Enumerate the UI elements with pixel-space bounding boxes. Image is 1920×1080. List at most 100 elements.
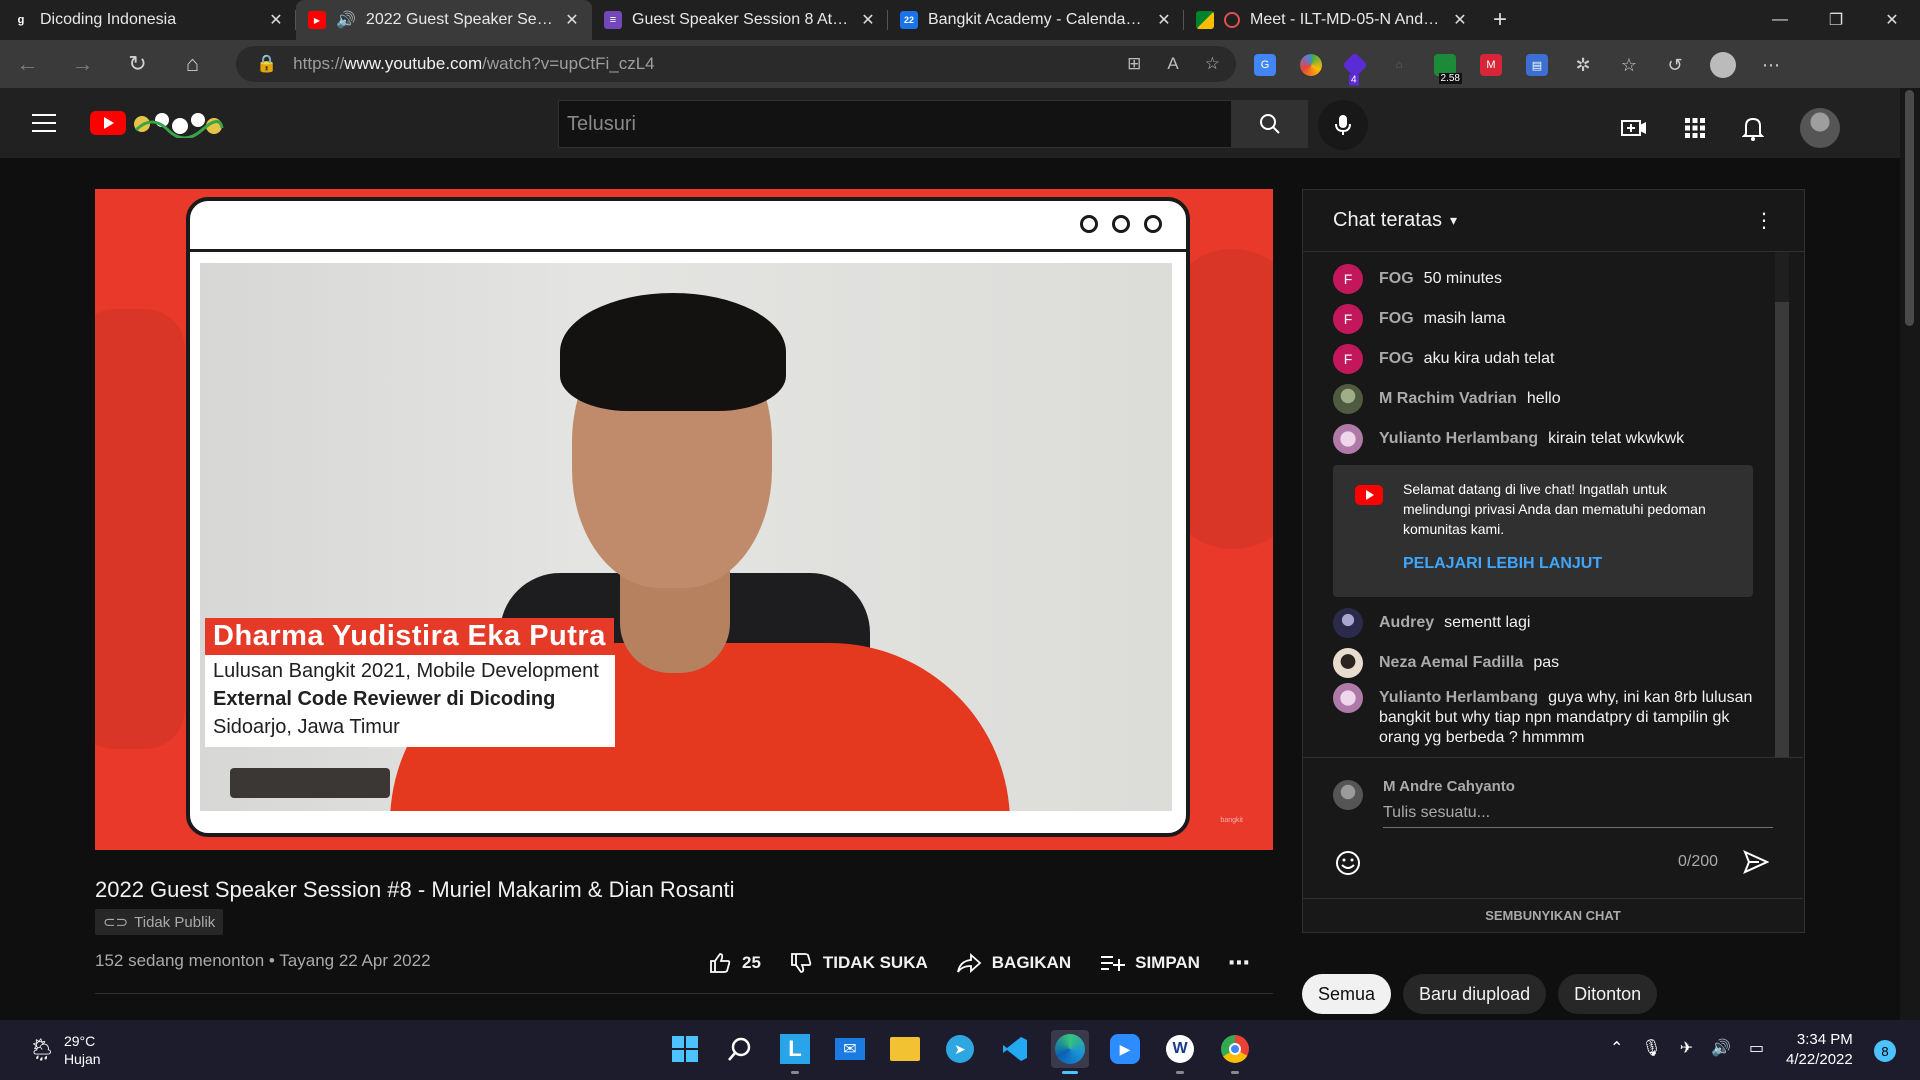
chat-author[interactable]: Yulianto Herlambang [1379, 430, 1538, 447]
taskbar-app-chrome[interactable] [1216, 1030, 1254, 1074]
taskbar-clock[interactable]: 3:34 PM 4/22/2022 [1786, 1030, 1853, 1070]
notifications-bell-icon[interactable] [1742, 115, 1764, 141]
close-tab-icon[interactable]: ✕ [1452, 10, 1468, 30]
more-actions-icon[interactable]: ⋯ [1228, 950, 1251, 976]
refresh-icon[interactable]: ↻ [110, 51, 165, 77]
share-button[interactable]: BAGIKAN [956, 951, 1071, 975]
airplane-mode-icon[interactable]: ✈ [1680, 1038, 1693, 1058]
read-aloud-icon[interactable]: A [1167, 54, 1178, 74]
hexagon-extension-icon[interactable]: 4 [1342, 52, 1368, 86]
windows-taskbar: 🌦 29°C Hujan L ✉ ➤ ▶ W ⌃ 🎙 ✈ 🔊 ▭ 3:34 PM… [0, 1020, 1920, 1080]
start-button[interactable] [666, 1030, 704, 1068]
chat-author[interactable]: FOG [1379, 310, 1414, 327]
emoji-icon[interactable] [1335, 850, 1361, 876]
chat-avatar[interactable]: F [1333, 264, 1363, 294]
learn-more-link[interactable]: PELAJARI LEBIH LANJUT [1403, 555, 1602, 573]
history-icon[interactable]: ↺ [1664, 54, 1686, 76]
browser-tab-youtube[interactable]: ▶ 🔊 2022 Guest Speaker Session #8 - Muri… [296, 0, 592, 40]
account-avatar[interactable] [1800, 108, 1840, 148]
taskbar-app-vscode[interactable] [996, 1030, 1034, 1068]
chip-watched[interactable]: Ditonton [1558, 974, 1658, 1014]
app-available-icon[interactable]: ⊞ [1127, 54, 1141, 74]
taskbar-app-zoom[interactable]: ▶ [1106, 1030, 1144, 1068]
disabled-extension-icon[interactable]: ⌂ [1388, 54, 1410, 76]
screenshot-extension-icon[interactable]: ▤ [1526, 54, 1548, 76]
meter-extension-icon[interactable]: 2.58 [1434, 54, 1462, 84]
page-scrollbar[interactable] [1900, 88, 1920, 1020]
close-window-button[interactable]: ✕ [1864, 0, 1920, 40]
favorites-icon[interactable]: ☆ [1618, 54, 1640, 76]
voice-search-button[interactable] [1318, 100, 1368, 150]
browser-tab-dicoding[interactable]: g Dicoding Indonesia ✕ [0, 0, 296, 40]
chat-avatar[interactable] [1333, 424, 1363, 454]
close-tab-icon[interactable]: ✕ [860, 10, 876, 30]
menu-icon[interactable] [32, 114, 56, 138]
minimize-button[interactable]: — [1752, 0, 1808, 40]
mendeley-extension-icon[interactable]: M [1480, 54, 1502, 76]
chevron-up-icon[interactable]: ⌃ [1610, 1038, 1623, 1058]
taskbar-app-file-explorer[interactable] [886, 1030, 924, 1068]
chat-more-options-icon[interactable]: ⋮ [1754, 208, 1774, 233]
lock-icon[interactable]: 🔒 [256, 54, 277, 74]
chat-avatar[interactable] [1333, 648, 1363, 678]
taskbar-app-mail[interactable]: ✉ [831, 1030, 869, 1068]
create-video-icon[interactable] [1620, 116, 1648, 140]
chat-author[interactable]: FOG [1379, 350, 1414, 367]
home-icon[interactable]: ⌂ [165, 51, 220, 77]
extensions-puzzle-icon[interactable]: ✲ [1572, 54, 1594, 76]
new-tab-button[interactable]: + [1480, 6, 1520, 34]
browser-tab-meet[interactable]: Meet - ILT-MD-05-N Android ✕ [1184, 0, 1480, 40]
browser-tab-forms[interactable]: ≡ Guest Speaker Session 8 Attendance ✕ [592, 0, 888, 40]
search-taskbar-button[interactable] [721, 1030, 759, 1068]
youtube-doodle-logo[interactable] [132, 108, 224, 138]
weather-widget[interactable]: 🌦 29°C Hujan [28, 1032, 101, 1068]
video-player[interactable]: Dharma Yudistira Eka Putra Lulusan Bangk… [95, 189, 1273, 850]
like-button[interactable]: 25 [708, 951, 761, 975]
add-favorite-icon[interactable]: ☆ [1205, 54, 1220, 74]
restore-button[interactable]: ❐ [1808, 0, 1864, 40]
browser-tab-calendar[interactable]: 22 Bangkit Academy - Calendar - Friday ✕ [888, 0, 1184, 40]
chat-mode-dropdown[interactable]: Chat teratas ▾ [1333, 209, 1457, 232]
save-button[interactable]: SIMPAN [1099, 951, 1200, 975]
chat-avatar[interactable]: F [1333, 304, 1363, 334]
chat-author[interactable]: FOG [1379, 270, 1414, 287]
chip-recently-uploaded[interactable]: Baru diupload [1403, 974, 1547, 1014]
close-tab-icon[interactable]: ✕ [564, 10, 580, 30]
chat-avatar[interactable]: F [1333, 344, 1363, 374]
profile-icon[interactable] [1710, 52, 1736, 78]
taskbar-app-edge[interactable] [1051, 1030, 1089, 1074]
notification-badge[interactable]: 8 [1874, 1040, 1896, 1062]
forward-icon[interactable]: → [55, 51, 110, 77]
translate-extension-icon[interactable]: G [1254, 54, 1276, 76]
hide-chat-button[interactable]: SEMBUNYIKAN CHAT [1303, 898, 1803, 932]
taskbar-app-l[interactable]: L [776, 1030, 814, 1074]
chat-scrollbar[interactable] [1775, 252, 1789, 757]
chat-avatar[interactable] [1333, 608, 1363, 638]
taskbar-app-telegram[interactable]: ➤ [941, 1030, 979, 1068]
chat-avatar[interactable] [1333, 384, 1363, 414]
search-button[interactable] [1232, 100, 1308, 148]
chat-author[interactable]: Audrey [1379, 614, 1434, 631]
chat-author[interactable]: Neza Aemal Fadilla [1379, 654, 1523, 671]
chat-avatar[interactable] [1333, 683, 1363, 713]
search-input[interactable]: Telusuri [558, 100, 1232, 148]
address-bar[interactable]: 🔒 https://www.youtube.com/watch?v=upCtFi… [236, 46, 1236, 82]
chat-author[interactable]: M Rachim Vadrian [1379, 390, 1517, 407]
chat-author[interactable]: Yulianto Herlambang [1379, 689, 1538, 706]
settings-more-icon[interactable]: ⋯ [1760, 54, 1782, 76]
chip-all[interactable]: Semua [1302, 974, 1392, 1014]
close-tab-icon[interactable]: ✕ [268, 10, 284, 30]
youtube-logo-icon[interactable] [90, 111, 126, 135]
send-icon[interactable] [1743, 850, 1769, 874]
dislike-button[interactable]: TIDAK SUKA [789, 951, 928, 975]
chat-message-input[interactable]: Tulis sesuatu... [1383, 804, 1773, 828]
close-tab-icon[interactable]: ✕ [1156, 10, 1172, 30]
volume-icon[interactable]: 🔊 [1711, 1038, 1731, 1058]
back-icon[interactable]: ← [0, 51, 55, 77]
taskbar-app-w[interactable]: W [1161, 1030, 1199, 1074]
color-extension-icon[interactable] [1300, 54, 1322, 76]
speaker-icon[interactable]: 🔊 [336, 10, 356, 30]
battery-icon[interactable]: ▭ [1749, 1038, 1764, 1058]
apps-grid-icon[interactable] [1684, 117, 1706, 139]
microphone-icon[interactable]: 🎙 [1641, 1038, 1661, 1058]
